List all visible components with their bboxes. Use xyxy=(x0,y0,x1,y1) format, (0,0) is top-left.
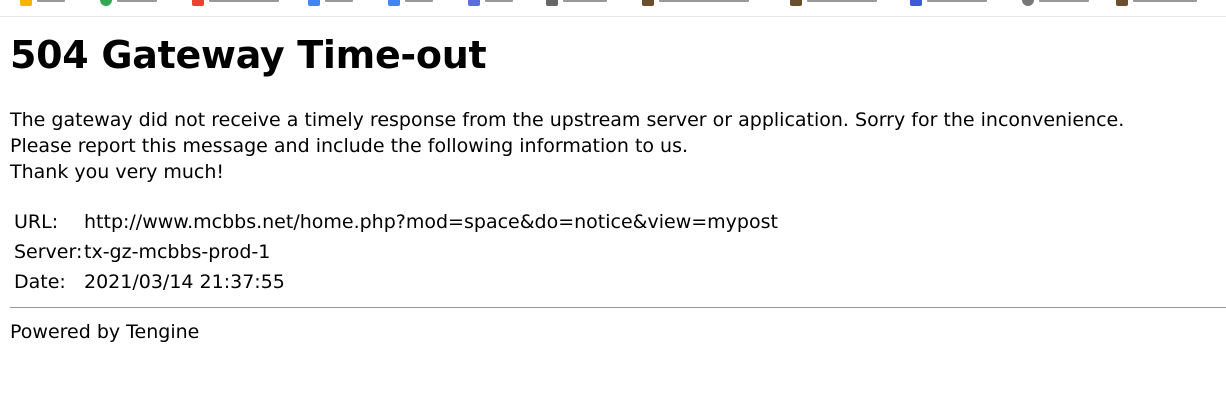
info-label: Date: xyxy=(14,271,66,293)
message-line: Thank you very much! xyxy=(10,161,225,183)
info-label: URL: xyxy=(14,211,59,233)
footer-text: Powered by Tengine xyxy=(10,321,200,343)
doc-icon xyxy=(308,0,320,6)
grid-icon xyxy=(546,0,558,6)
apps-icon xyxy=(20,0,32,6)
bookmark-item[interactable] xyxy=(388,0,433,6)
bookmarks-bar xyxy=(0,0,1226,17)
info-value-url: http://www.mcbbs.net/home.php?mod=space&… xyxy=(84,211,778,233)
green-site-icon xyxy=(100,0,112,6)
bookmark-item[interactable] xyxy=(1116,0,1197,6)
bookmark-item[interactable] xyxy=(308,0,353,6)
bookmark-item[interactable] xyxy=(642,0,749,6)
bookmark-item[interactable] xyxy=(468,0,513,6)
globe-icon xyxy=(1022,0,1034,6)
info-value-server: tx-gz-mcbbs-prod-1 xyxy=(84,241,271,263)
info-table: URL: http://www.mcbbs.net/home.php?mod=s… xyxy=(14,207,778,297)
page-title: 504 Gateway Time-out xyxy=(10,33,487,77)
bookmark-item[interactable] xyxy=(546,0,607,6)
blue-site-icon xyxy=(468,0,480,6)
bookmark-item[interactable] xyxy=(100,0,157,6)
info-value-date: 2021/03/14 21:37:55 xyxy=(84,271,285,293)
info-row-url: URL: http://www.mcbbs.net/home.php?mod=s… xyxy=(14,207,778,237)
message-line: The gateway did not receive a timely res… xyxy=(10,109,1125,131)
minecraft-icon xyxy=(790,0,802,6)
bookmark-item[interactable] xyxy=(192,0,279,6)
horizontal-divider xyxy=(10,307,1226,308)
info-label: Server: xyxy=(14,241,83,263)
minecraft-icon xyxy=(1116,0,1128,6)
error-page-content: 504 Gateway Time-out The gateway did not… xyxy=(10,29,1220,297)
doc-icon xyxy=(388,0,400,6)
info-row-date: Date: 2021/03/14 21:37:55 xyxy=(14,267,778,297)
blue-site-icon xyxy=(910,0,922,6)
error-message: The gateway did not receive a timely res… xyxy=(10,107,1220,185)
bookmark-item[interactable] xyxy=(1022,0,1089,6)
bookmark-item[interactable] xyxy=(790,0,877,6)
minecraft-icon xyxy=(642,0,654,6)
red-site-icon xyxy=(192,0,204,6)
bookmark-item[interactable] xyxy=(20,0,65,6)
info-row-server: Server: tx-gz-mcbbs-prod-1 xyxy=(14,237,778,267)
message-line: Please report this message and include t… xyxy=(10,135,689,157)
bookmark-item[interactable] xyxy=(910,0,987,6)
